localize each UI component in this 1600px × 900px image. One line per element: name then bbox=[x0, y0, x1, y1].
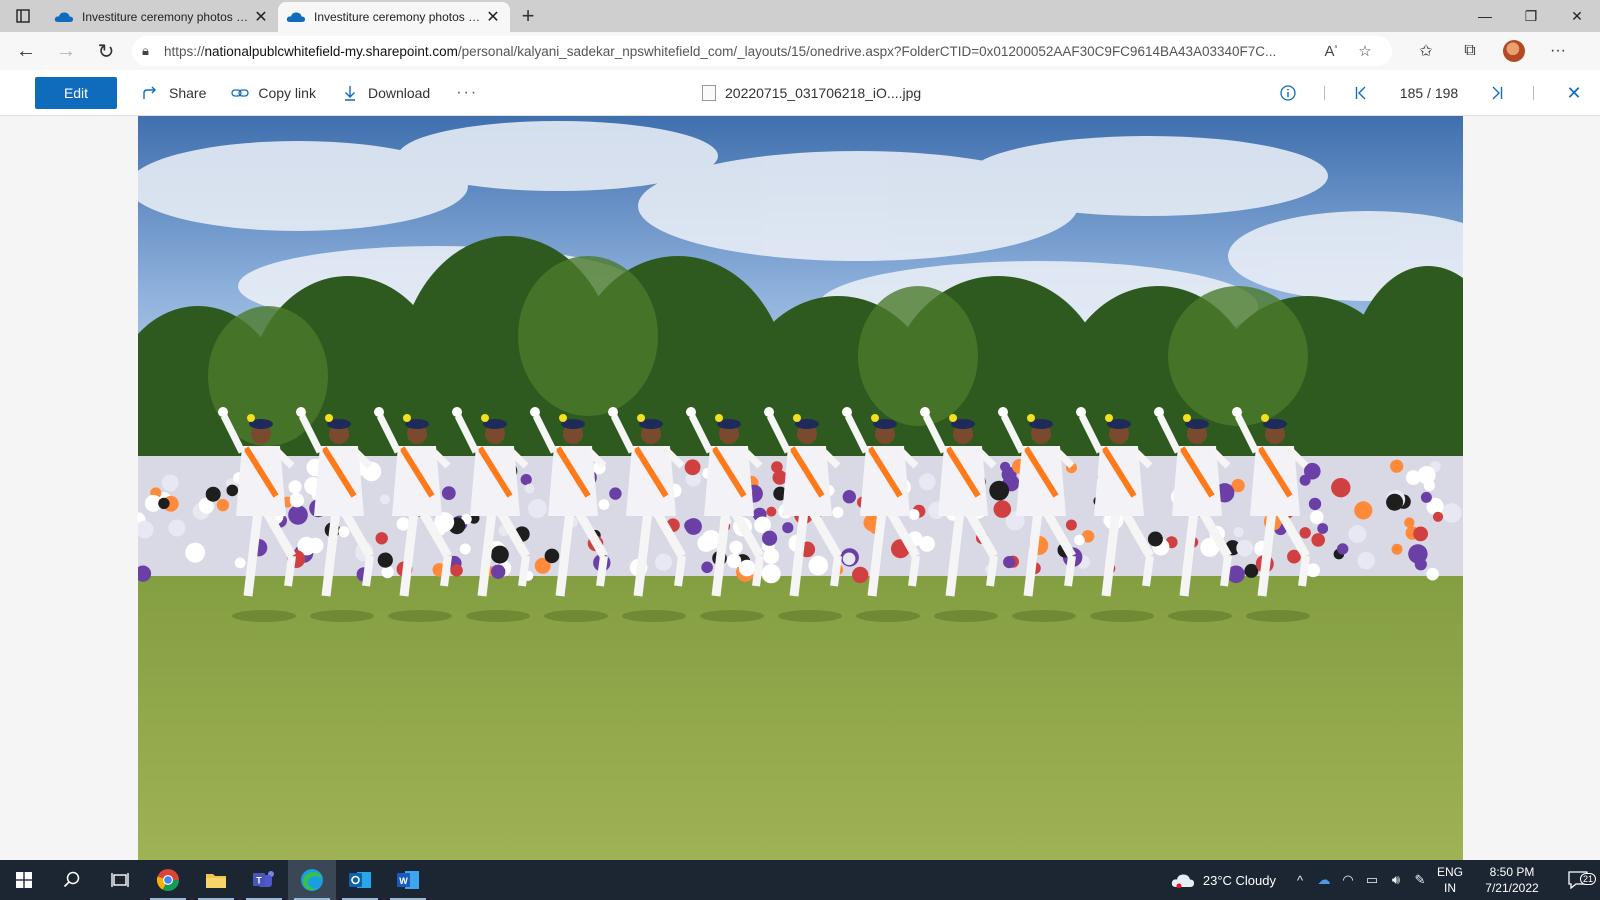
download-icon bbox=[340, 83, 360, 103]
search-icon bbox=[63, 871, 80, 888]
tab-strip: Investiture ceremony photos - O ✕ Invest… bbox=[0, 0, 1600, 32]
image-file-icon bbox=[702, 85, 716, 101]
profile-button[interactable] bbox=[1492, 35, 1536, 67]
search-button[interactable] bbox=[48, 860, 96, 900]
share-button[interactable]: Share bbox=[141, 83, 206, 103]
folder-icon bbox=[206, 874, 226, 888]
close-tab-2-icon[interactable]: ✕ bbox=[484, 8, 502, 26]
forward-button[interactable]: → bbox=[46, 35, 86, 67]
window-controls: — ❐ ✕ bbox=[1462, 0, 1600, 32]
last-item-icon[interactable] bbox=[1475, 86, 1519, 100]
svg-text:W: W bbox=[399, 876, 408, 886]
outlook-icon bbox=[349, 872, 371, 888]
new-tab-button[interactable]: + bbox=[510, 0, 546, 32]
chrome-taskbar-button[interactable] bbox=[144, 860, 192, 900]
tab-1-title: Investiture ceremony photos - O bbox=[82, 10, 252, 24]
download-button[interactable]: Download bbox=[340, 83, 430, 103]
pen-icon[interactable]: ✎ bbox=[1408, 872, 1432, 888]
windows-taskbar: T W 23°C Cloudy ^ ☁ ◠ ▭ 🔊︎ ✎ ENG IN 8:50 … bbox=[0, 860, 1600, 900]
lock-icon[interactable]: 🔒︎ bbox=[142, 43, 164, 59]
word-icon: W bbox=[397, 871, 419, 889]
copy-link-label: Copy link bbox=[258, 84, 316, 101]
divider bbox=[1533, 86, 1534, 100]
teams-button[interactable]: T bbox=[240, 860, 288, 900]
weather-widget[interactable]: 23°C Cloudy bbox=[1171, 872, 1276, 888]
url-text: https://nationalpublcwhitefield-my.share… bbox=[164, 43, 1277, 59]
share-icon bbox=[141, 83, 161, 103]
chrome-icon bbox=[156, 869, 179, 891]
tab-2-title: Investiture ceremony photos - O bbox=[314, 10, 484, 24]
viewer-command-bar: Edit Share Copy link Download ··· 202207… bbox=[0, 70, 1600, 116]
weather-text: 23°C Cloudy bbox=[1202, 872, 1276, 888]
restore-icon[interactable]: ❐ bbox=[1508, 0, 1554, 32]
teams-icon: T bbox=[253, 871, 274, 887]
photo-image[interactable] bbox=[138, 116, 1463, 860]
onedrive-tray-icon[interactable]: ☁ bbox=[1312, 872, 1336, 888]
minimize-icon[interactable]: — bbox=[1462, 0, 1508, 32]
clock[interactable]: 8:50 PM 7/21/2022 bbox=[1468, 864, 1556, 896]
wifi-icon[interactable]: ◠ bbox=[1336, 872, 1360, 888]
read-aloud-icon[interactable]: Aⁿ bbox=[1314, 43, 1348, 60]
volume-icon[interactable]: 🔊︎ bbox=[1384, 872, 1408, 888]
task-view-icon bbox=[111, 873, 129, 887]
avatar bbox=[1503, 40, 1525, 62]
copy-link-button[interactable]: Copy link bbox=[230, 83, 316, 103]
divider bbox=[1324, 86, 1325, 100]
tab-1[interactable]: Investiture ceremony photos - O ✕ bbox=[46, 2, 278, 32]
onedrive-cloud-icon bbox=[54, 11, 74, 23]
photo-viewer bbox=[0, 116, 1600, 860]
system-tray: 23°C Cloudy ^ ☁ ◠ ▭ 🔊︎ ✎ ENG IN 8:50 PM 7/… bbox=[1171, 860, 1600, 900]
close-window-icon[interactable]: ✕ bbox=[1554, 0, 1600, 32]
more-actions-button[interactable]: ··· bbox=[456, 84, 478, 102]
clock-date: 7/21/2022 bbox=[1485, 881, 1539, 895]
file-name: 20220715_031706218_iO....jpg bbox=[702, 70, 921, 116]
file-name-label: 20220715_031706218_iO....jpg bbox=[725, 85, 922, 101]
back-button[interactable]: ← bbox=[6, 35, 46, 67]
onedrive-cloud-icon bbox=[286, 11, 306, 23]
edit-button[interactable]: Edit bbox=[35, 76, 117, 109]
add-favorite-icon[interactable]: ☆ bbox=[1348, 42, 1382, 60]
share-label: Share bbox=[169, 84, 207, 101]
url-input[interactable]: 🔒︎ https://nationalpublcwhitefield-my.sh… bbox=[132, 36, 1392, 66]
clock-time: 8:50 PM bbox=[1489, 865, 1535, 879]
tab-2[interactable]: Investiture ceremony photos - O ✕ bbox=[278, 2, 510, 32]
browser-tools: ✩ ⧉ ··· bbox=[1404, 35, 1580, 67]
tab-actions-button[interactable] bbox=[0, 0, 46, 32]
svg-text:T: T bbox=[256, 876, 262, 886]
notification-center-button[interactable]: 21 bbox=[1556, 871, 1600, 889]
file-explorer-button[interactable] bbox=[192, 860, 240, 900]
task-view-button[interactable] bbox=[96, 860, 144, 900]
link-icon bbox=[230, 83, 250, 103]
viewer-right-controls: 185 / 198 ✕ bbox=[1266, 70, 1600, 116]
collections-icon[interactable]: ⧉ bbox=[1448, 35, 1492, 67]
edge-icon bbox=[301, 869, 323, 891]
word-button[interactable]: W bbox=[384, 860, 432, 900]
edge-taskbar-button[interactable] bbox=[288, 860, 336, 900]
settings-more-icon[interactable]: ··· bbox=[1536, 35, 1580, 67]
close-tab-1-icon[interactable]: ✕ bbox=[252, 8, 270, 26]
first-item-icon[interactable] bbox=[1339, 86, 1383, 100]
notification-count: 21 bbox=[1579, 873, 1596, 885]
refresh-button[interactable]: ↻ bbox=[86, 35, 126, 67]
download-label: Download bbox=[367, 84, 431, 101]
close-viewer-icon[interactable]: ✕ bbox=[1548, 83, 1600, 104]
chevron-up-icon[interactable]: ^ bbox=[1288, 873, 1312, 888]
language-indicator[interactable]: ENG IN bbox=[1432, 864, 1468, 896]
address-bar: ← → ↻ 🔒︎ https://nationalpublcwhitefield… bbox=[0, 32, 1600, 70]
cloud-weather-icon bbox=[1171, 874, 1194, 888]
page-counter: 185 / 198 bbox=[1399, 85, 1459, 101]
tab-actions-icon bbox=[16, 9, 30, 23]
outlook-button[interactable] bbox=[336, 860, 384, 900]
battery-icon[interactable]: ▭ bbox=[1360, 872, 1384, 888]
info-icon[interactable] bbox=[1266, 85, 1310, 101]
favorites-icon[interactable]: ✩ bbox=[1404, 35, 1448, 67]
windows-logo-icon bbox=[16, 872, 32, 888]
start-button[interactable] bbox=[0, 860, 48, 900]
